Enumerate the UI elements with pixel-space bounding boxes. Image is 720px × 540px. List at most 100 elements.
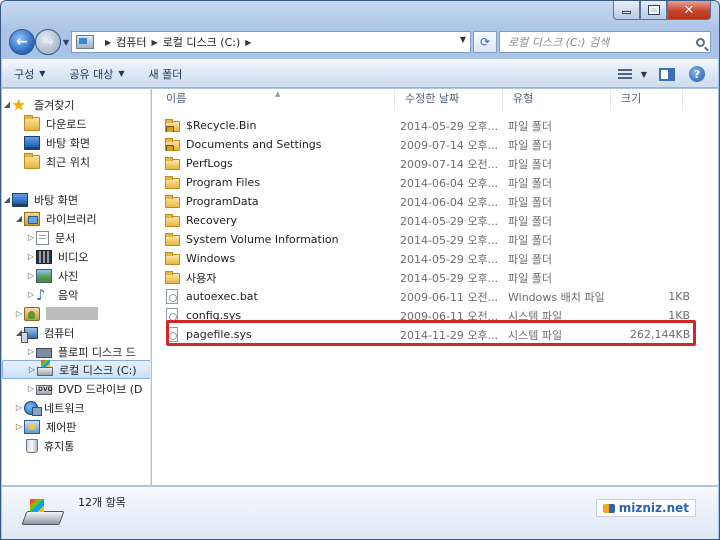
- file-type-cell: 파일 폴더: [508, 119, 552, 133]
- minimize-icon: [622, 11, 631, 14]
- folder-icon: [165, 252, 180, 265]
- change-view-button[interactable]: [612, 64, 638, 84]
- minimize-button[interactable]: [613, 1, 640, 20]
- collapsed-arrow-icon[interactable]: ▷: [14, 422, 24, 431]
- file-date-cell: 2014-05-29 오후...: [400, 119, 499, 133]
- view-options-dropdown[interactable]: ▼: [638, 64, 650, 84]
- nav-label: 비디오: [58, 250, 89, 264]
- search-icon: [695, 37, 705, 47]
- table-row[interactable]: Documents and Settings 2009-07-14 오후... 파일…: [165, 135, 697, 154]
- collapsed-arrow-icon[interactable]: ▷: [26, 252, 36, 261]
- watermark-text: mizniz.net: [618, 501, 689, 515]
- nav-downloads[interactable]: 다운로드: [2, 114, 150, 133]
- nav-pictures[interactable]: ▷ 사진: [2, 266, 150, 285]
- file-name: System Volume Information: [186, 233, 339, 246]
- user-folder-icon: [24, 306, 40, 321]
- file-name: ProgramData: [186, 195, 259, 208]
- column-header-size[interactable]: 크기: [611, 89, 683, 111]
- file-name: Documents and Settings: [186, 138, 322, 151]
- table-row[interactable]: autoexec.bat 2009-06-11 오전... Windows 배치 파…: [165, 287, 697, 306]
- collapsed-arrow-icon[interactable]: ▷: [26, 271, 36, 280]
- refresh-button[interactable]: ⟳: [473, 31, 497, 53]
- nav-videos[interactable]: ▷ 비디오: [2, 247, 150, 266]
- column-header-name[interactable]: 이름 ▲: [152, 89, 395, 111]
- back-button[interactable]: ←: [9, 29, 35, 55]
- table-row[interactable]: PerfLogs 2009-07-14 오전... 파일 폴더: [165, 154, 697, 173]
- table-row[interactable]: $Recycle.Bin 2014-05-29 오후... 파일 폴더: [165, 116, 697, 135]
- music-note-icon: ♪: [36, 285, 46, 304]
- new-folder-button[interactable]: 새 폴더: [137, 60, 195, 87]
- forward-button[interactable]: →: [35, 29, 61, 55]
- table-row[interactable]: ProgramData 2014-06-04 오후... 파일 폴더: [165, 192, 697, 211]
- breadcrumb-separator-icon[interactable]: ▶: [152, 38, 158, 47]
- column-header-date[interactable]: 수정한 날짜: [395, 89, 503, 111]
- table-row[interactable]: Windows 2014-05-29 오후... 파일 폴더: [165, 249, 697, 268]
- breadcrumb-separator-icon[interactable]: ▶: [105, 38, 111, 47]
- nav-recent-places[interactable]: 최근 위치: [2, 152, 150, 171]
- nav-label: 네트워크: [44, 401, 85, 415]
- file-date-cell: 2009-07-14 오전...: [400, 157, 499, 171]
- explorer-window: ✕ ← → ▼ ▶ 컴퓨터 ▶ 로컬 디스크 (C:) ▶ ▼ ⟳ 구성 ▼ 공유…: [0, 0, 720, 540]
- file-size-cell: 1KB: [668, 290, 690, 303]
- nav-label: 로컬 디스크 (C:): [59, 363, 137, 377]
- nav-recycle-bin[interactable]: 휴지통: [2, 436, 150, 455]
- column-header-type[interactable]: 유형: [503, 89, 611, 111]
- nav-user-folder[interactable]: ▷: [2, 304, 150, 323]
- help-button[interactable]: ?: [684, 64, 710, 84]
- table-row[interactable]: Recovery 2014-05-29 오후... 파일 폴더: [165, 211, 697, 230]
- nav-computer[interactable]: ◢ 컴퓨터: [2, 323, 150, 343]
- table-row[interactable]: Program Files 2014-06-04 오후... 파일 폴더: [165, 173, 697, 192]
- desktop-icon: [12, 192, 28, 207]
- breadcrumb-separator-icon[interactable]: ▶: [245, 38, 251, 47]
- nav-floppy-drive[interactable]: ▷ 플로피 디스크 드: [2, 342, 150, 361]
- nav-desktop-favorite[interactable]: 바탕 화면: [2, 133, 150, 152]
- nav-control-panel[interactable]: ▷ 제어판: [2, 417, 150, 436]
- details-view-icon: [618, 68, 632, 80]
- computer-location-icon: [76, 35, 94, 49]
- nav-label: 컴퓨터: [44, 326, 75, 340]
- nav-libraries[interactable]: ◢ 라이브러리: [2, 209, 150, 228]
- nav-documents[interactable]: ▷ 문서: [2, 228, 150, 247]
- collapsed-arrow-icon[interactable]: ▷: [26, 290, 36, 299]
- nav-label: 사진: [58, 269, 79, 283]
- expanded-arrow-icon[interactable]: ◢: [2, 100, 12, 109]
- file-type-cell: 파일 폴더: [508, 214, 552, 228]
- nav-label: 제어판: [46, 420, 77, 434]
- breadcrumb-local-disk[interactable]: 로컬 디스크 (C:): [163, 34, 241, 50]
- nav-network[interactable]: ▷ 네트워크: [2, 398, 150, 417]
- nav-local-disk-c[interactable]: ▷ 로컬 디스크 (C:): [2, 360, 150, 379]
- table-row[interactable]: 사용자 2014-05-29 오후... 파일 폴더: [165, 268, 697, 287]
- preview-pane-button[interactable]: [654, 64, 680, 84]
- file-name-cell: $Recycle.Bin: [165, 119, 400, 132]
- collapsed-arrow-icon[interactable]: ▷: [14, 309, 24, 318]
- expanded-arrow-icon[interactable]: ◢: [2, 195, 12, 204]
- collapsed-arrow-icon[interactable]: ▷: [26, 233, 36, 242]
- nav-desktop[interactable]: ◢ 바탕 화면: [2, 190, 150, 209]
- recent-pages-dropdown[interactable]: ▼: [63, 38, 69, 47]
- collapsed-arrow-icon[interactable]: ▷: [26, 384, 36, 393]
- file-date-cell: 2014-06-04 오후...: [400, 176, 499, 190]
- folder-icon: [165, 157, 180, 170]
- file-name-cell: 사용자: [165, 270, 400, 286]
- file-name-cell: autoexec.bat: [165, 289, 400, 304]
- nav-favorites[interactable]: ◢ ★ 즐겨찾기: [2, 95, 150, 114]
- collapsed-arrow-icon[interactable]: ▷: [27, 365, 37, 374]
- search-input[interactable]: [500, 35, 690, 49]
- address-history-dropdown[interactable]: ▼: [460, 35, 466, 44]
- expanded-arrow-icon[interactable]: ◢: [14, 214, 24, 223]
- close-button[interactable]: ✕: [667, 1, 711, 20]
- search-button[interactable]: [690, 37, 710, 47]
- command-bar-tools: ▼ ?: [608, 64, 710, 84]
- collapsed-arrow-icon[interactable]: ▷: [26, 347, 36, 356]
- address-bar[interactable]: ▶ 컴퓨터 ▶ 로컬 디스크 (C:) ▶ ▼: [71, 31, 471, 53]
- breadcrumb-computer[interactable]: 컴퓨터: [116, 34, 146, 50]
- maximize-button[interactable]: [640, 1, 667, 20]
- table-row[interactable]: System Volume Information 2014-05-29 오후..…: [165, 230, 697, 249]
- file-date-cell: 2009-07-14 오후...: [400, 138, 499, 152]
- nav-music[interactable]: ▷ ♪ 음악: [2, 285, 150, 304]
- nav-dvd-drive[interactable]: ▷ DVD 드라이브 (D: [2, 379, 150, 398]
- share-menu[interactable]: 공유 대상 ▼: [57, 60, 136, 87]
- organize-menu[interactable]: 구성 ▼: [2, 60, 57, 87]
- file-date-cell: 2014-05-29 오후...: [400, 252, 499, 266]
- collapsed-arrow-icon[interactable]: ▷: [14, 403, 24, 412]
